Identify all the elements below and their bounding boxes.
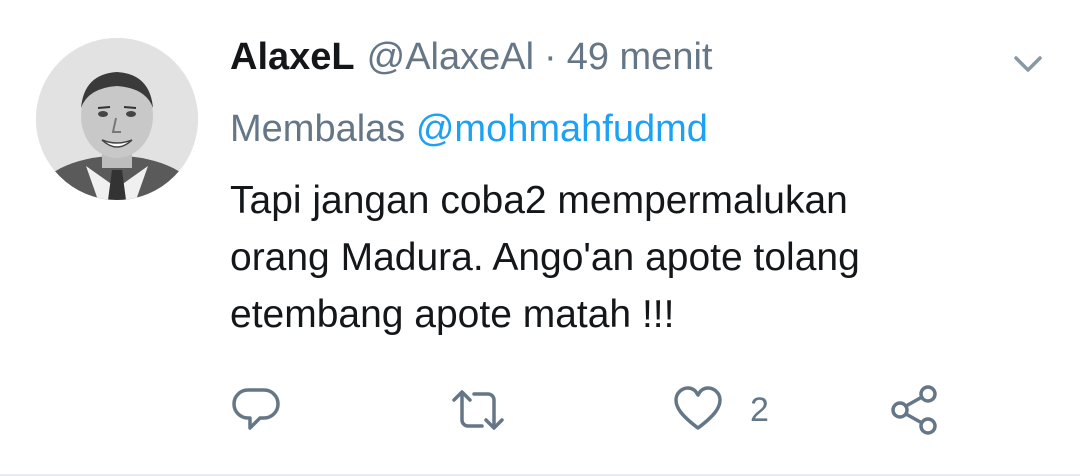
chevron-down-icon[interactable] — [1008, 48, 1048, 78]
like-button[interactable]: 2 — [672, 380, 769, 440]
retweet-button[interactable] — [450, 380, 506, 440]
retweet-icon — [452, 390, 504, 430]
like-count: 2 — [750, 390, 769, 429]
tweet-header: AlaxeL @AlaxeAl · 49 menit — [230, 36, 712, 86]
reply-icon — [232, 388, 280, 430]
tweet-text-line: orang Madura. Ango'an apote tolang — [230, 236, 860, 279]
author-name[interactable]: AlaxeL — [230, 36, 355, 79]
tweet-text-line: Tapi jangan coba2 mempermalukan — [230, 179, 848, 222]
heart-icon — [674, 386, 722, 430]
author-handle[interactable]: @AlaxeAl — [367, 36, 534, 79]
avatar[interactable] — [36, 38, 198, 200]
share-icon — [891, 385, 937, 435]
reply-prefix: Membalas — [230, 108, 406, 150]
tweet-text: Tapi jangan coba2 mempermalukan orang Ma… — [230, 172, 1030, 343]
tweet-card[interactable]: AlaxeL @AlaxeAl · 49 menit Membalas @moh… — [0, 0, 1080, 476]
avatar-image — [36, 38, 198, 200]
header-separator: · — [544, 36, 557, 78]
timestamp[interactable]: 49 menit — [567, 36, 713, 79]
reply-context: Membalas @mohmahfudmd — [230, 108, 708, 151]
share-button[interactable] — [888, 380, 940, 440]
reply-button[interactable] — [230, 380, 282, 440]
tweet-text-line: etembang apote matah !!! — [230, 293, 675, 336]
action-bar: 2 — [0, 380, 1080, 440]
reply-mention-link[interactable]: @mohmahfudmd — [416, 108, 708, 150]
